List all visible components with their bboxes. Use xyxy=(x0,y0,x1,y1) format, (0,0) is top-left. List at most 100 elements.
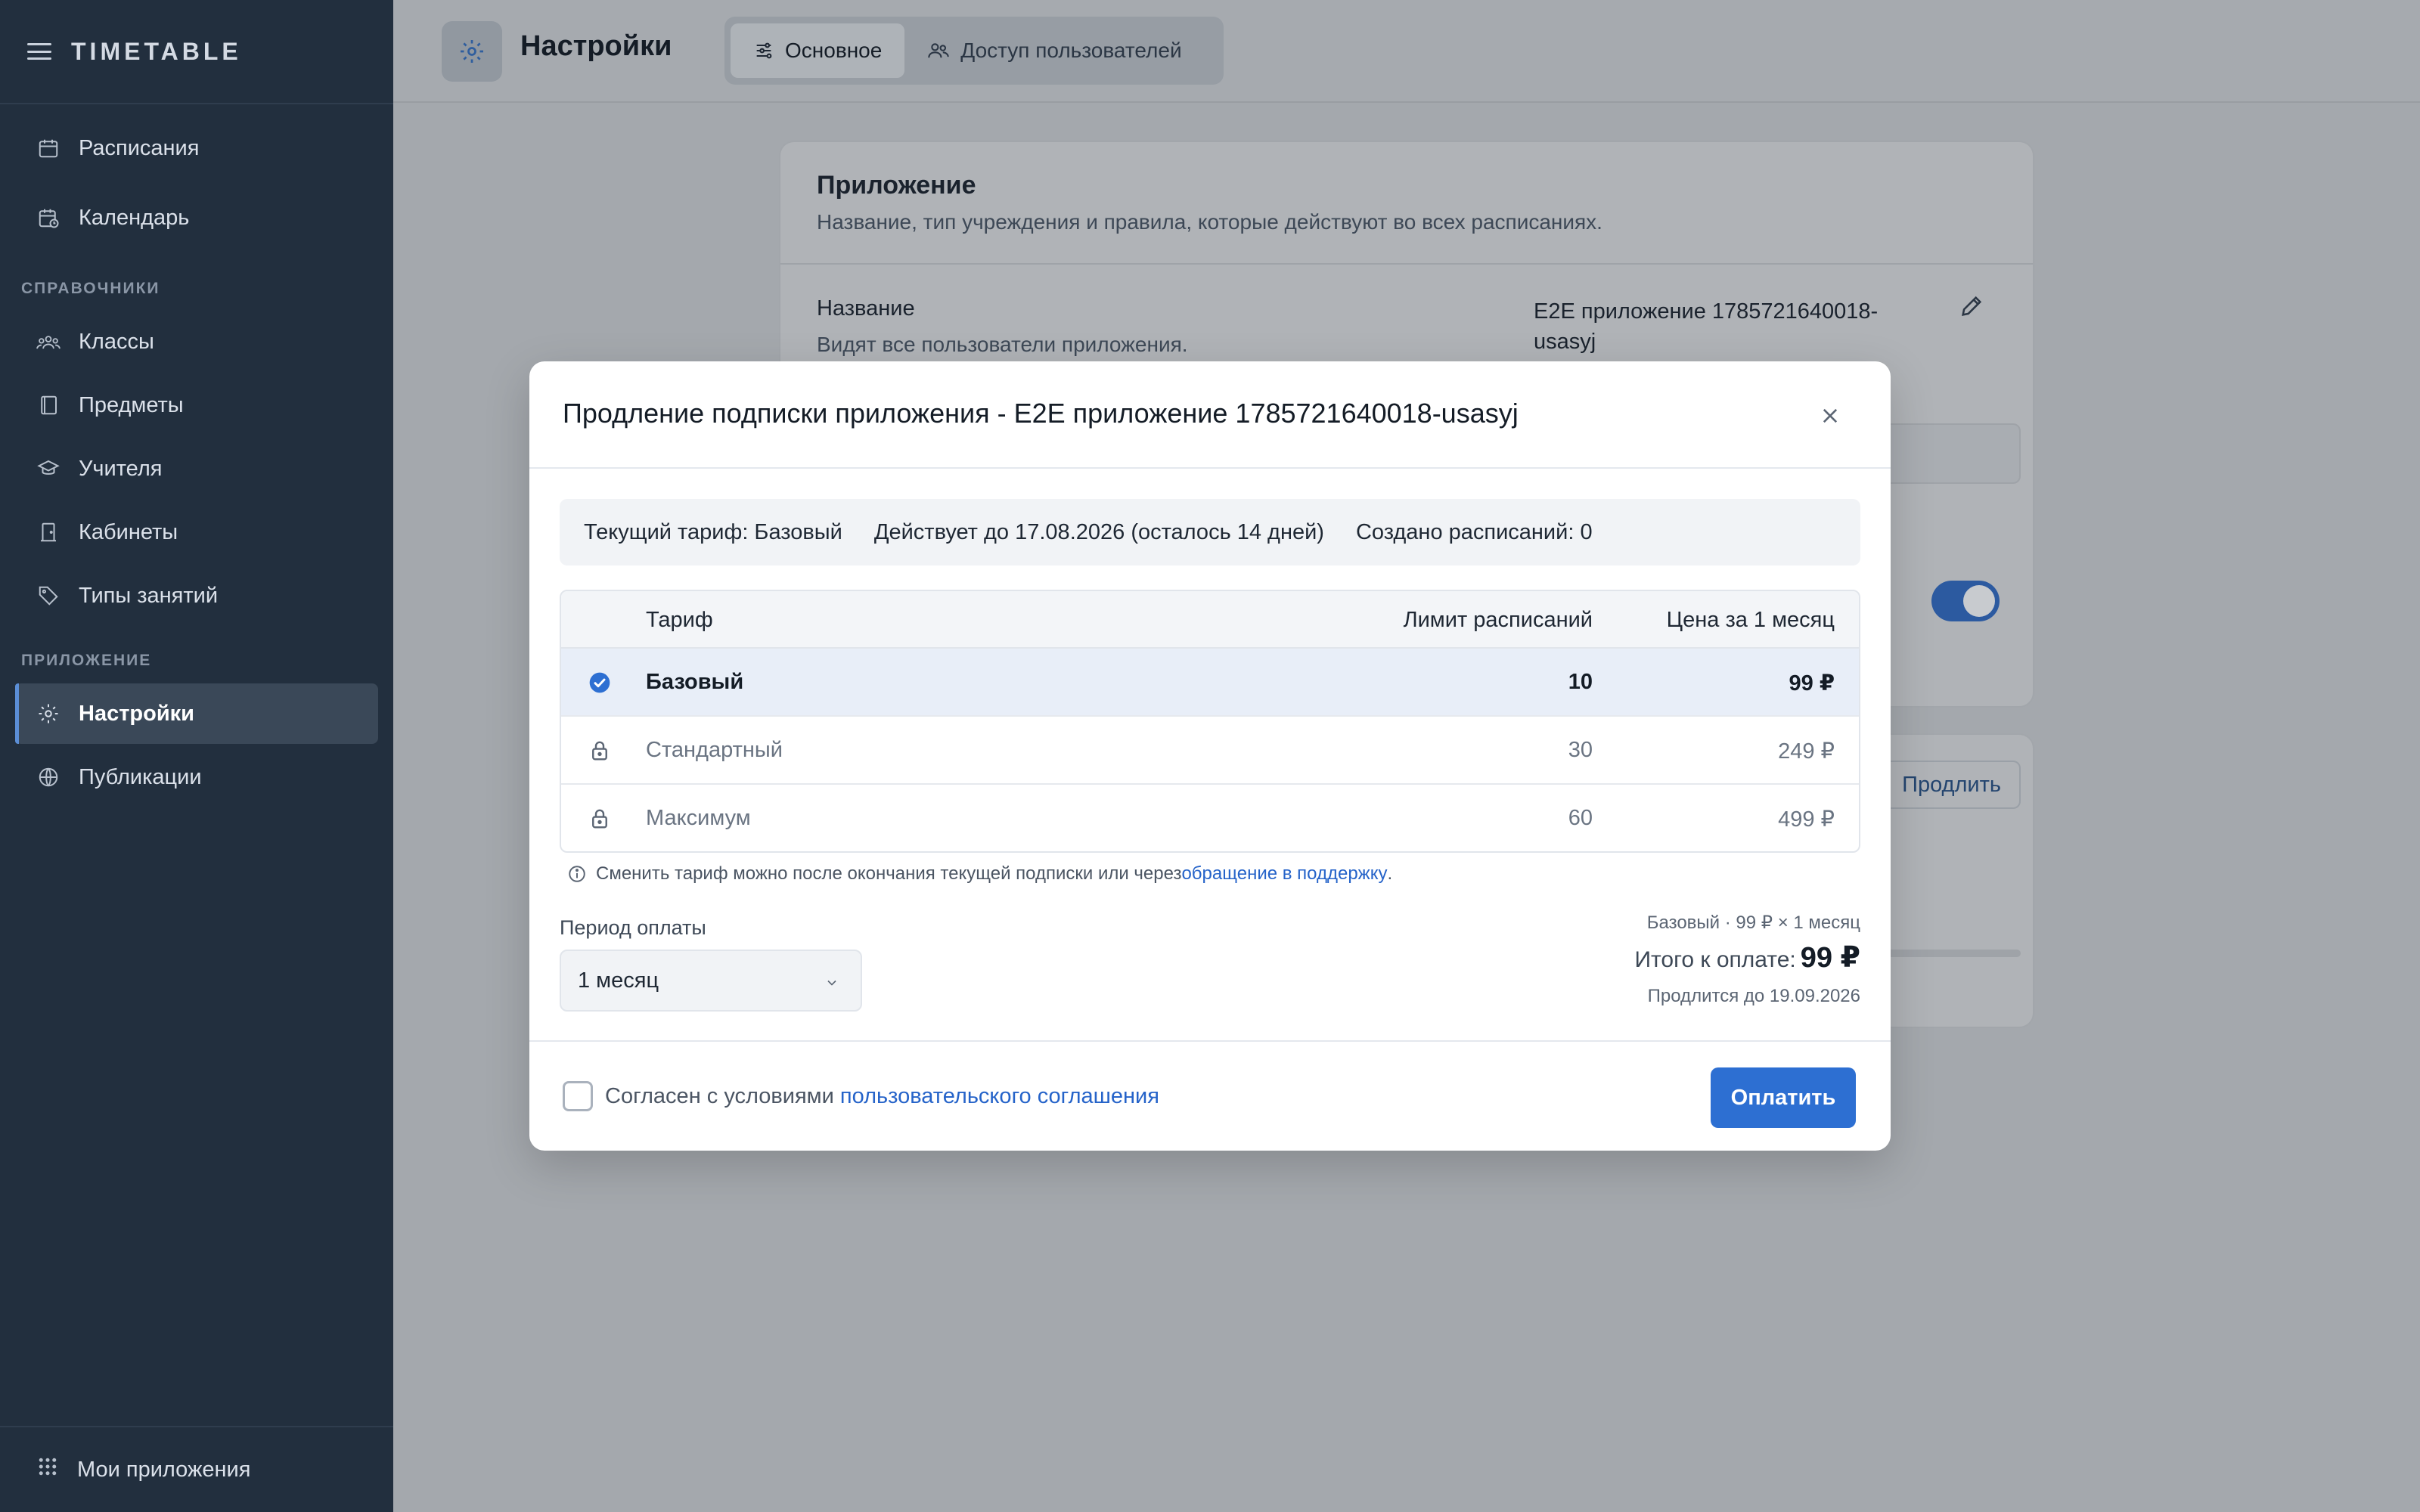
section-label-application: ПРИЛОЖЕНИЕ xyxy=(21,652,152,669)
plan-change-note: Сменить тариф можно после окончания теку… xyxy=(567,863,1392,885)
sidebar-item-label: Публикации xyxy=(79,764,202,789)
sidebar-item-label: Учителя xyxy=(79,456,163,481)
renew-subscription-modal: Продление подписки приложения - E2E прил… xyxy=(529,361,1891,1151)
plan-price: 499 ₽ xyxy=(1778,807,1835,832)
sidebar-item-label: Типы занятий xyxy=(79,583,219,608)
plan-limit: 30 xyxy=(1568,738,1593,762)
plan-limit: 60 xyxy=(1568,806,1593,830)
tab-general[interactable]: Основное xyxy=(731,23,905,78)
info-icon xyxy=(569,866,585,882)
schedules-created: Создано расписаний: 0 xyxy=(1355,519,1593,544)
total-amount: Итого к оплате: 99 ₽ xyxy=(1634,940,1860,974)
modal-header: Продление подписки приложения - E2E прил… xyxy=(529,361,1891,469)
sliders-icon xyxy=(756,42,772,59)
sidebar-item-subjects[interactable]: Предметы xyxy=(15,375,378,435)
top-bar: Настройки Основное Доступ пользователей xyxy=(393,0,2420,103)
grid-icon xyxy=(36,1455,59,1484)
column-header-limit: Лимит расписаний xyxy=(1403,608,1593,632)
book-icon xyxy=(36,393,60,417)
page-title: Настройки xyxy=(520,30,672,62)
current-plan: Текущий тариф: Базовый xyxy=(584,519,842,544)
plan-row-basic[interactable]: Базовый 10 99 ₽ xyxy=(561,649,1859,717)
sidebar-item-publications[interactable]: Публикации xyxy=(15,747,378,807)
door-icon xyxy=(36,520,60,544)
subscription-info: Текущий тариф: Базовый Действует до 17.0… xyxy=(560,499,1860,565)
pay-button[interactable]: Оплатить xyxy=(1711,1067,1856,1128)
period-select[interactable]: 1 месяц xyxy=(560,950,862,1012)
menu-icon[interactable] xyxy=(27,43,51,60)
total-label: Итого к оплате: xyxy=(1634,947,1796,972)
card-subtitle: Название, тип учреждения и правила, кото… xyxy=(817,210,1602,234)
rule-toggle[interactable] xyxy=(1931,581,2000,621)
table-header: Тариф Лимит расписаний Цена за 1 месяц xyxy=(561,591,1859,649)
note-text: Сменить тариф можно после окончания теку… xyxy=(596,863,1182,884)
group-icon xyxy=(36,330,60,354)
sidebar-brand: TIMETABLE xyxy=(0,0,393,104)
user-agreement-link[interactable]: пользовательского соглашения xyxy=(840,1084,1159,1108)
period-label: Период оплаты xyxy=(560,916,706,939)
name-label: Название xyxy=(817,296,915,321)
sidebar: TIMETABLE Расписания Календарь СПРАВОЧНИ… xyxy=(0,0,393,1512)
graduation-cap-icon xyxy=(36,457,60,481)
plans-table: Тариф Лимит расписаний Цена за 1 месяц Б… xyxy=(560,590,1860,853)
agree-text: Согласен с условиями xyxy=(605,1084,840,1108)
price-breakdown: Базовый · 99 ₽ × 1 месяц xyxy=(1646,912,1860,933)
sidebar-my-apps[interactable]: Мои приложения xyxy=(0,1426,393,1512)
divider xyxy=(780,263,2033,265)
card-title: Приложение xyxy=(817,171,976,200)
total-value: 99 ₽ xyxy=(1800,942,1860,974)
gear-icon xyxy=(36,702,60,726)
column-header-price: Цена за 1 месяц xyxy=(1666,608,1835,632)
sidebar-item-lesson-types[interactable]: Типы занятий xyxy=(15,565,378,626)
sidebar-item-calendar[interactable]: Календарь xyxy=(15,187,378,248)
agree-checkbox[interactable] xyxy=(563,1081,593,1111)
support-link[interactable]: обращение в поддержку xyxy=(1181,863,1387,885)
plan-limit: 10 xyxy=(1568,670,1593,694)
lock-icon xyxy=(587,806,613,832)
tab-user-access[interactable]: Доступ пользователей xyxy=(904,23,1204,78)
valid-until: Действует до 17.08.2026 (осталось 14 дне… xyxy=(873,519,1324,544)
tabs: Основное Доступ пользователей xyxy=(724,17,1224,85)
plan-row-standard: Стандартный 30 249 ₽ xyxy=(561,717,1859,785)
sidebar-item-label: Предметы xyxy=(79,392,184,417)
sidebar-item-label: Классы xyxy=(79,329,154,354)
name-value: E2E приложение 1785721640018-usasyj xyxy=(1534,299,1879,354)
column-header-plan: Тариф xyxy=(646,608,713,632)
brand-name: TIMETABLE xyxy=(71,37,242,65)
period-value: 1 месяц xyxy=(578,968,659,993)
section-label-references: СПРАВОЧНИКИ xyxy=(21,280,160,297)
modal-title: Продление подписки приложения - E2E прил… xyxy=(563,398,1519,429)
pencil-icon[interactable] xyxy=(1959,293,1984,323)
plan-name: Стандартный xyxy=(646,738,783,762)
close-icon[interactable] xyxy=(1815,401,1845,431)
globe-icon xyxy=(36,765,60,789)
renew-until: Продлится до 19.09.2026 xyxy=(1647,986,1860,1006)
plan-price: 99 ₽ xyxy=(1789,671,1835,696)
plan-row-maximum: Максимум 60 499 ₽ xyxy=(561,785,1859,851)
tag-icon xyxy=(36,584,60,608)
chevron-down-icon xyxy=(827,980,836,986)
name-description: Видят все пользователи приложения. xyxy=(817,333,1188,356)
sidebar-item-label: Календарь xyxy=(79,205,190,230)
sidebar-item-label: Настройки xyxy=(79,701,195,726)
calendar-clock-icon xyxy=(36,206,60,230)
plan-name: Максимум xyxy=(646,806,751,830)
sidebar-item-schedules[interactable]: Расписания xyxy=(15,118,378,178)
plan-price: 249 ₽ xyxy=(1778,739,1835,764)
sidebar-item-teachers[interactable]: Учителя xyxy=(15,438,378,499)
calendar-icon xyxy=(36,136,60,160)
lock-icon xyxy=(587,738,613,764)
sidebar-item-classes[interactable]: Классы xyxy=(15,311,378,372)
note-end: . xyxy=(1387,863,1393,884)
tab-label: Основное xyxy=(785,39,883,62)
sidebar-item-rooms[interactable]: Кабинеты xyxy=(15,502,378,562)
agree-label: Согласен с условиями пользовательского с… xyxy=(605,1084,1159,1109)
sidebar-item-settings[interactable]: Настройки xyxy=(15,683,378,744)
sidebar-item-label: Кабинеты xyxy=(79,519,178,544)
page-gear-icon xyxy=(442,21,502,82)
check-circle-icon xyxy=(587,670,613,696)
sidebar-my-apps-label: Мои приложения xyxy=(77,1457,251,1482)
modal-footer: Согласен с условиями пользовательского с… xyxy=(529,1040,1891,1151)
tab-label: Доступ пользователей xyxy=(960,39,1182,62)
sidebar-item-label: Расписания xyxy=(79,135,200,160)
